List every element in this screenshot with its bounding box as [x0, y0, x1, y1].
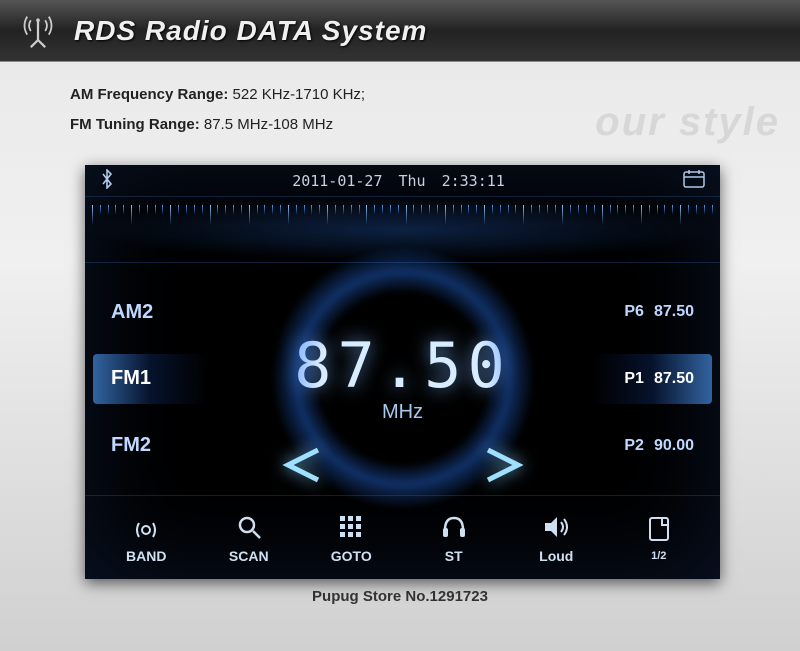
band-column: AM2 FM1 FM2	[85, 263, 215, 495]
calendar-icon[interactable]	[682, 169, 706, 193]
status-time: 2:33:11	[442, 172, 505, 190]
page-header: RDS Radio DATA System	[0, 0, 800, 62]
band-am2[interactable]: AM2	[93, 287, 207, 337]
tune-down-button[interactable]	[273, 445, 343, 485]
watermark: our style	[595, 100, 780, 145]
speaker-icon	[541, 512, 571, 542]
preset-column: P6 87.50 P1 87.50 P2 90.00	[590, 263, 720, 495]
loud-button[interactable]: Loud	[511, 512, 601, 564]
header-title: RDS Radio DATA System	[74, 15, 427, 47]
band-icon	[131, 512, 161, 542]
fm-label: FM Tuning Range:	[70, 116, 200, 133]
bluetooth-icon	[99, 169, 115, 193]
page-icon	[644, 514, 674, 544]
am-label: AM Frequency Range:	[70, 86, 228, 103]
tune-up-button[interactable]	[463, 445, 533, 485]
band-fm1[interactable]: FM1	[93, 354, 207, 404]
main-display: AM2 FM1 FM2 87.50 MHz P6 87.50	[85, 263, 720, 495]
scan-button[interactable]: SCAN	[204, 512, 294, 564]
status-bar: 2011-01-27 Thu 2:33:11	[85, 165, 720, 197]
radio-screen: 2011-01-27 Thu 2:33:11 AM2 FM1 FM2 87.50…	[85, 165, 720, 579]
search-icon	[234, 512, 264, 542]
preset-p2[interactable]: P2 90.00	[592, 421, 712, 471]
antenna-icon	[20, 13, 56, 49]
am-value: 522 KHz-1710 KHz;	[233, 86, 366, 103]
band-button[interactable]: BAND	[101, 512, 191, 564]
preset-p1[interactable]: P1 87.50	[592, 354, 712, 404]
frequency-display: 87.50 MHz	[215, 263, 590, 495]
status-day: Thu	[399, 172, 426, 190]
status-date: 2011-01-27	[292, 172, 382, 190]
preset-p6[interactable]: P6 87.50	[592, 287, 712, 337]
page-button[interactable]: 1/2	[614, 514, 704, 562]
band-fm2[interactable]: FM2	[93, 421, 207, 471]
footer-text: Pupug Store No.1291723	[312, 588, 488, 605]
fm-value: 87.5 MHz-108 MHz	[204, 116, 333, 133]
